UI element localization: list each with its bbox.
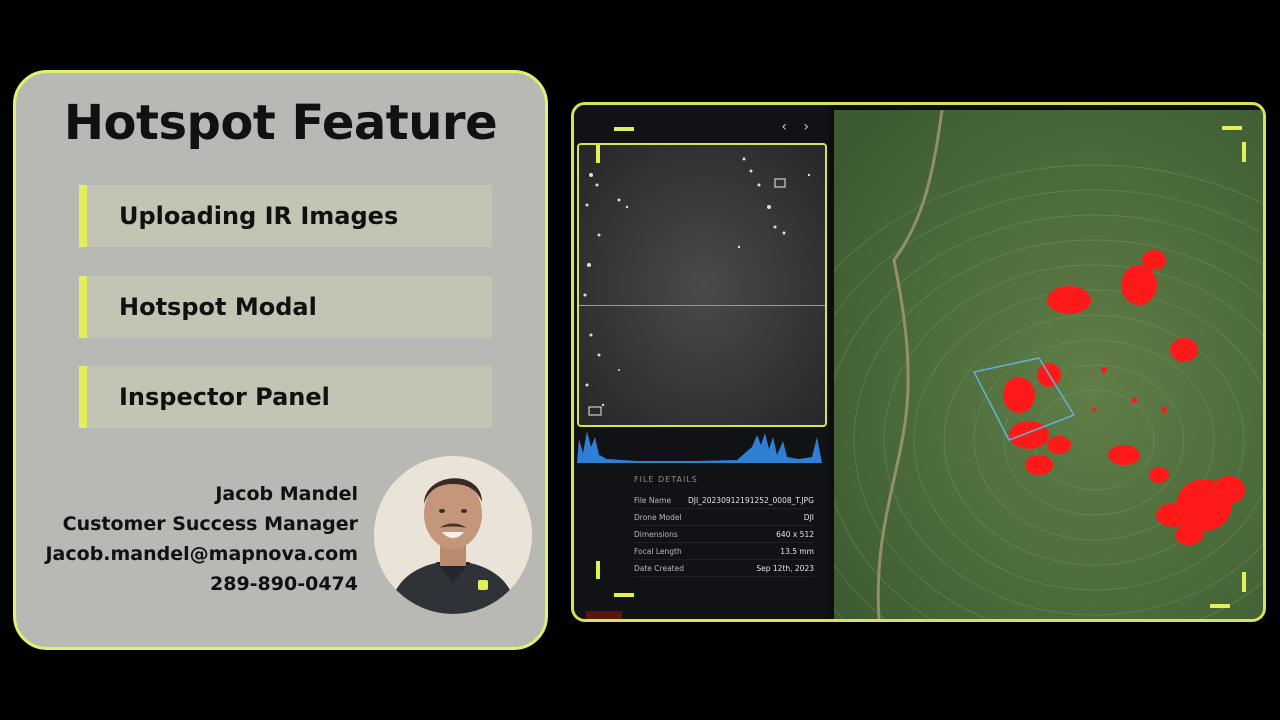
file-details-title: FILE DETAILS <box>634 475 698 484</box>
contact-name: Jacob Mandel <box>215 483 358 505</box>
detail-value: DJI_20230912191252_0008_T.JPG <box>688 495 814 505</box>
file-details: FILE DETAILS File Name DJI_2023091219125… <box>634 475 814 577</box>
contact-block: Jacob Mandel Customer Success Manager Ja… <box>45 479 358 599</box>
ir-frame-divider <box>579 305 825 306</box>
menu-item-label: Hotspot Modal <box>119 293 317 321</box>
app-screenshot-frame: ‹ › FILE DETAILS File Name DJI_202309121… <box>571 102 1266 622</box>
menu-item-inspector-panel[interactable]: Inspector Panel <box>79 366 492 428</box>
corner-bracket <box>1210 604 1230 608</box>
detail-label: Drone Model <box>634 512 682 522</box>
detail-row: Drone Model DJI <box>634 509 814 526</box>
detail-row: File Name DJI_20230912191252_0008_T.JPG <box>634 492 814 509</box>
avatar <box>374 456 532 614</box>
detail-value: Sep 12th, 2023 <box>756 563 814 573</box>
detail-label: Dimensions <box>634 529 678 539</box>
corner-bracket <box>614 593 634 597</box>
corner-bracket <box>596 561 600 579</box>
corner-bracket <box>1242 142 1246 162</box>
menu-item-uploading-ir-images[interactable]: Uploading IR Images <box>79 185 492 247</box>
detail-label: Date Created <box>634 563 684 573</box>
inspector-panel: ‹ › FILE DETAILS File Name DJI_202309121… <box>574 105 829 619</box>
corner-bracket <box>614 127 634 131</box>
detail-label: File Name <box>634 495 672 505</box>
contact-email[interactable]: Jacob.mandel@mapnova.com <box>45 539 358 569</box>
menu-item-label: Uploading IR Images <box>119 202 399 230</box>
contact-phone: 289-890-0474 <box>210 573 358 595</box>
detail-row: Focal Length 13.5 mm <box>634 543 814 560</box>
feature-card: Hotspot Feature Uploading IR Images Hots… <box>13 70 548 650</box>
page-title: Hotspot Feature <box>63 95 498 151</box>
menu-item-label: Inspector Panel <box>119 383 330 411</box>
detail-value: 13.5 mm <box>780 546 814 556</box>
panel-tab[interactable] <box>586 611 622 619</box>
detail-row: Dimensions 640 x 512 <box>634 526 814 543</box>
corner-bracket <box>1222 126 1242 130</box>
detail-value: 640 x 512 <box>776 529 814 539</box>
corner-bracket <box>596 145 600 163</box>
detail-label: Focal Length <box>634 546 682 556</box>
aerial-map[interactable] <box>834 110 1263 619</box>
histogram-chart <box>577 431 822 463</box>
corner-bracket <box>1242 572 1246 592</box>
ir-image-preview[interactable] <box>577 143 827 427</box>
contact-role: Customer Success Manager <box>62 513 358 535</box>
image-nav-arrows[interactable]: ‹ › <box>781 119 815 135</box>
detail-row: Date Created Sep 12th, 2023 <box>634 560 814 577</box>
detail-value: DJI <box>803 512 814 522</box>
menu-item-hotspot-modal[interactable]: Hotspot Modal <box>79 276 492 338</box>
